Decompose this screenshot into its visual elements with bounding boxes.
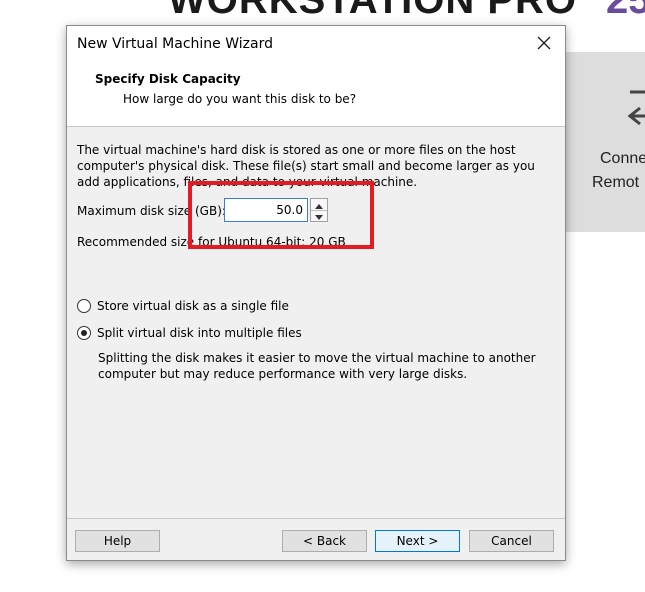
- connect-remote-tile[interactable]: Conne Remot: [564, 52, 645, 232]
- connect-remote-label-line2: Remot: [592, 174, 640, 191]
- disk-size-spinner: [310, 198, 328, 222]
- dialog-titlebar[interactable]: New Virtual Machine Wizard: [67, 26, 565, 62]
- page-title: Specify Disk Capacity: [95, 72, 241, 86]
- spin-down-button[interactable]: [311, 210, 327, 221]
- recommended-size: Recommended size for Ubuntu 64-bit: 20 G…: [77, 235, 346, 249]
- triangle-down-icon: [315, 209, 323, 223]
- single-file-radio[interactable]: [77, 299, 91, 313]
- background-app-title: WORKSTATION PRO: [168, 0, 578, 22]
- split-help-text: Splitting the disk makes it easier to mo…: [98, 351, 536, 381]
- single-file-label[interactable]: Store virtual disk as a single file: [97, 299, 289, 313]
- cancel-button[interactable]: Cancel: [469, 530, 554, 552]
- new-vm-wizard-dialog: New Virtual Machine Wizard Specify Disk …: [66, 25, 566, 561]
- next-button[interactable]: Next >: [375, 530, 460, 552]
- footer-divider: [67, 518, 565, 519]
- disk-description: The virtual machine's hard disk is store…: [77, 143, 535, 189]
- close-button[interactable]: [531, 32, 557, 56]
- help-button[interactable]: Help: [75, 530, 160, 552]
- multiple-files-label[interactable]: Split virtual disk into multiple files: [97, 326, 302, 340]
- page-subtitle: How large do you want this disk to be?: [123, 92, 357, 106]
- background-app-version: 25: [606, 0, 645, 22]
- connect-remote-icon: [626, 88, 645, 139]
- dialog-title: New Virtual Machine Wizard: [77, 36, 273, 52]
- close-icon: [537, 36, 551, 53]
- back-button[interactable]: < Back: [282, 530, 367, 552]
- max-disk-size-input[interactable]: [224, 198, 308, 222]
- max-disk-size-label: Maximum disk size (GB):: [77, 204, 226, 218]
- wizard-header: Specify Disk Capacity How large do you w…: [67, 62, 565, 127]
- connect-remote-label-line1: Conne: [600, 150, 645, 167]
- multiple-files-radio[interactable]: [77, 326, 91, 340]
